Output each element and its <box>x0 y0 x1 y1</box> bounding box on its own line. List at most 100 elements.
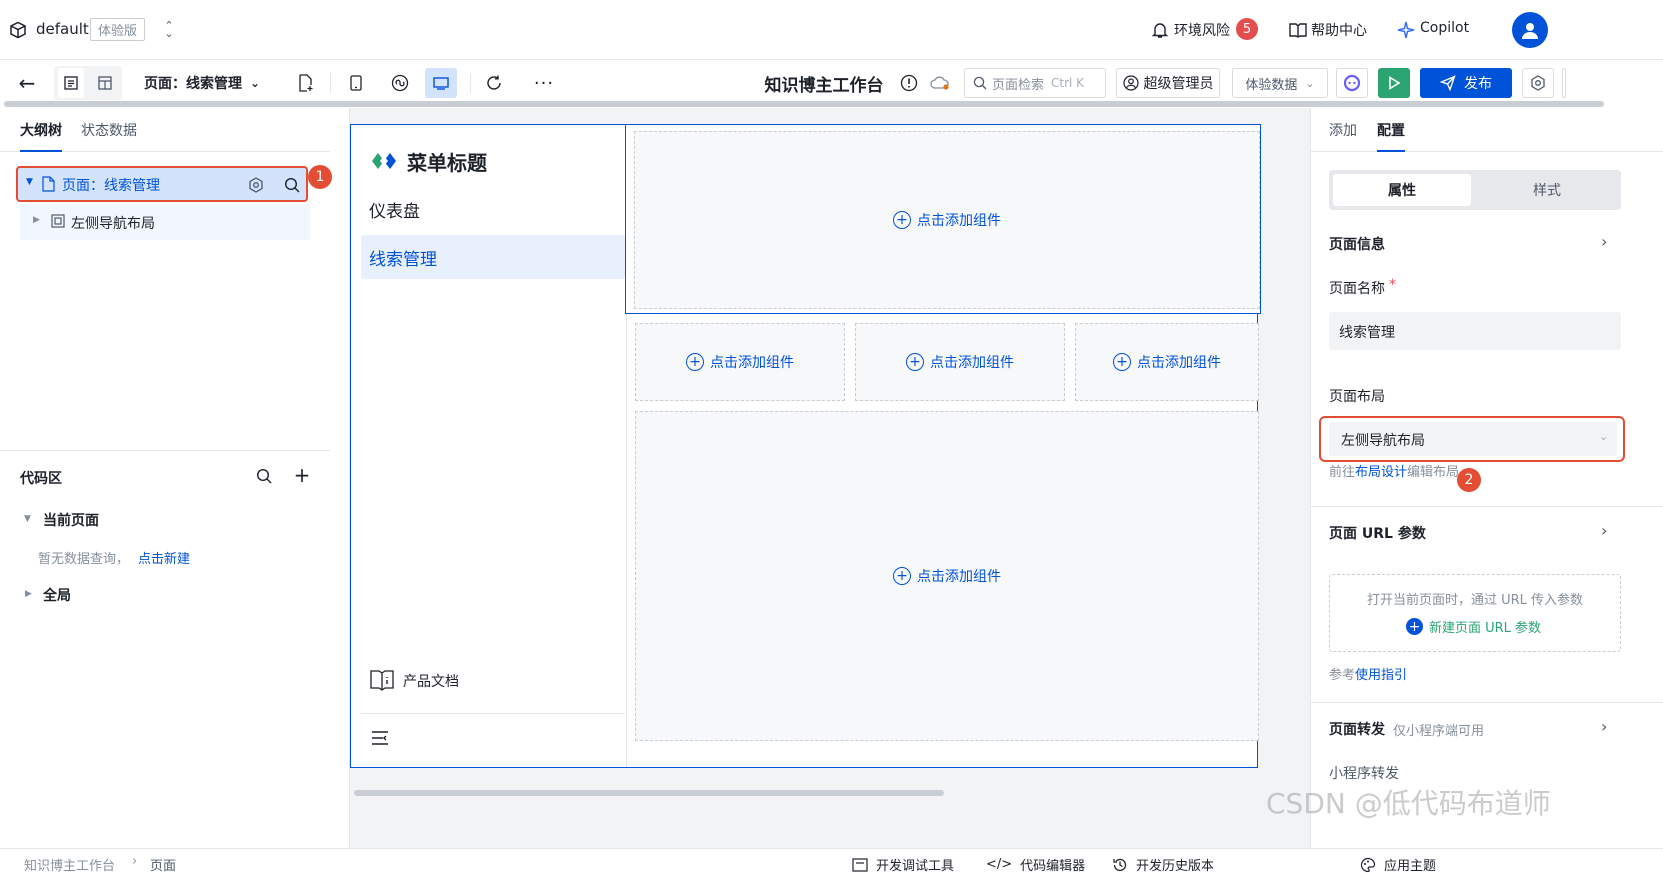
nav-item-leads[interactable]: 线索管理 <box>361 235 625 279</box>
copilot-icon[interactable] <box>1396 20 1416 40</box>
tree-node-layout[interactable]: ▶ 左侧导航布局 <box>20 204 310 240</box>
add-component-label: 点击添加组件 <box>917 569 1001 585</box>
history-label: 开发历史版本 <box>1136 859 1215 874</box>
page-forward-note: 仅小程序端可用 <box>1393 724 1485 739</box>
chevron-right-icon[interactable]: › <box>1601 521 1607 540</box>
tab-config[interactable]: 配置 <box>1377 120 1405 140</box>
subtab-style[interactable]: 样式 <box>1477 174 1617 206</box>
dev-tools-button[interactable]: 开发调试工具 <box>852 855 954 874</box>
app-theme-button[interactable]: 应用主题 <box>1360 855 1436 874</box>
current-page-group[interactable]: 当前页面 <box>43 510 99 530</box>
new-page-icon[interactable] <box>294 68 318 98</box>
create-query-link[interactable]: 点击新建 <box>138 548 190 567</box>
tab-add[interactable]: 添加 <box>1329 120 1357 140</box>
side-navigation[interactable]: 菜单标题 仪表盘 线索管理 产品文档 <box>351 125 627 767</box>
docs-book-icon <box>369 668 395 692</box>
help-center-link[interactable]: 帮助中心 <box>1311 20 1367 40</box>
data-env-select[interactable]: 体验数据 ⌄ <box>1232 68 1328 98</box>
pc-preview-icon[interactable] <box>425 68 457 98</box>
page-selector[interactable]: 页面：线索管理 ⌄ <box>140 68 264 98</box>
url-params-title[interactable]: 页面 URL 参数 <box>1329 523 1426 543</box>
annotation-marker-2: 2 <box>1457 468 1481 492</box>
ai-assistant-icon[interactable] <box>1336 68 1368 98</box>
settings-icon[interactable] <box>1522 68 1554 98</box>
header-drop-zone[interactable]: + 点击添加组件 <box>634 131 1260 309</box>
search-icon[interactable] <box>254 466 274 486</box>
nav-item-dashboard[interactable]: 仪表盘 <box>369 197 420 222</box>
gear-icon[interactable] <box>246 175 266 195</box>
drop-zone-main[interactable]: + 点击添加组件 <box>635 411 1259 741</box>
chevron-down-icon: ⌄ <box>249 76 261 90</box>
global-group[interactable]: 全局 <box>43 585 71 605</box>
collapse-menu-icon[interactable] <box>369 728 391 748</box>
canvas-scrollbar[interactable] <box>354 790 944 796</box>
back-arrow-icon[interactable]: ← <box>14 68 40 98</box>
tree-node-page[interactable]: ▼ 页面：线索管理 <box>16 166 308 202</box>
toolbar-divider <box>470 73 471 93</box>
tab-active-underline <box>1377 150 1405 152</box>
refresh-icon[interactable] <box>482 68 506 98</box>
outline-view-icon[interactable] <box>58 68 84 98</box>
chevron-down-icon: ⌄ <box>1305 76 1315 90</box>
toolbar-divider <box>330 73 331 93</box>
search-shortcut: Ctrl K <box>1051 76 1085 90</box>
layout-box-icon <box>50 213 66 229</box>
book-icon[interactable] <box>1288 20 1308 40</box>
page-layout-select[interactable]: 左侧导航布局 ⌄ <box>1329 422 1617 456</box>
tab-state-data[interactable]: 状态数据 <box>81 120 137 140</box>
switch-app-icon[interactable]: ⌃ ⌄ <box>160 20 178 40</box>
tab-outline-tree[interactable]: 大纲树 <box>20 120 62 140</box>
layout-design-link[interactable]: 布局设计 <box>1355 465 1407 480</box>
history-button[interactable]: 开发历史版本 <box>1112 855 1214 874</box>
tab-active-underline <box>20 150 62 152</box>
horizontal-scrollbar[interactable] <box>4 101 1604 107</box>
top-bar: default 体验版 ⌃ ⌄ 环境风险 5 帮助中心 Copilot <box>0 0 1663 60</box>
page-forward-title[interactable]: 页面转发 <box>1329 719 1385 739</box>
page-name-field[interactable]: 线索管理 <box>1329 312 1621 350</box>
bell-icon[interactable] <box>1150 20 1170 40</box>
env-risk-label[interactable]: 环境风险 <box>1174 20 1230 40</box>
info-icon[interactable] <box>898 68 920 98</box>
caret-down-icon[interactable]: ▼ <box>24 514 31 524</box>
page-name-label: 页面名称 <box>1329 281 1385 297</box>
chevron-right-icon[interactable]: › <box>1601 717 1607 736</box>
miniprogram-preview-icon[interactable] <box>388 68 412 98</box>
send-icon <box>1440 75 1456 91</box>
side-panel-toggle[interactable] <box>1562 68 1566 98</box>
more-icon[interactable]: ··· <box>532 68 556 98</box>
page-frame: 菜单标题 仪表盘 线索管理 产品文档 + 点击添加组件 + 点击添加组件 + 点… <box>350 124 1261 768</box>
user-circle-icon <box>1122 75 1139 91</box>
app-name[interactable]: default <box>36 20 89 38</box>
header-slot[interactable]: + 点击添加组件 <box>625 124 1261 314</box>
publish-button[interactable]: 发布 <box>1420 68 1512 98</box>
chevron-right-icon[interactable]: › <box>1601 232 1607 251</box>
cloud-sync-icon[interactable] <box>928 68 952 98</box>
copilot-link[interactable]: Copilot <box>1420 20 1469 36</box>
page-search-input[interactable]: 页面检索 Ctrl K <box>964 68 1106 98</box>
role-selector[interactable]: 超级管理员 <box>1116 68 1220 98</box>
user-avatar[interactable] <box>1512 12 1548 48</box>
docs-link[interactable]: 产品文档 <box>403 671 459 691</box>
caret-right-icon[interactable]: ▶ <box>25 589 32 599</box>
code-editor-button[interactable]: </> 代码编辑器 <box>986 855 1085 874</box>
plus-circle-icon: + <box>1113 353 1131 371</box>
subtab-properties[interactable]: 属性 <box>1333 174 1471 206</box>
layout-hint: 前往布局设计编辑布局 <box>1329 461 1459 480</box>
drop-zone-col-2[interactable]: + 点击添加组件 <box>855 323 1065 401</box>
drop-zone-col-1[interactable]: + 点击添加组件 <box>635 323 845 401</box>
property-style-switch: 属性 样式 <box>1329 170 1621 210</box>
layout-view-icon[interactable] <box>92 68 118 98</box>
mobile-preview-icon[interactable] <box>344 68 368 98</box>
guide-link[interactable]: 使用指引 <box>1355 668 1407 683</box>
new-url-param-button[interactable]: + 新建页面 URL 参数 <box>1406 617 1541 636</box>
caret-down-icon[interactable]: ▼ <box>26 177 33 187</box>
palette-icon <box>1360 857 1376 873</box>
caret-right-icon[interactable]: ▶ <box>33 215 40 225</box>
breadcrumb-page[interactable]: 页面 <box>150 855 176 874</box>
run-preview-button[interactable] <box>1378 68 1410 98</box>
page-info-title[interactable]: 页面信息 <box>1329 234 1385 254</box>
breadcrumb-app[interactable]: 知识博主工作台 <box>24 855 115 874</box>
add-icon[interactable]: + <box>292 463 312 487</box>
drop-zone-col-3[interactable]: + 点击添加组件 <box>1075 323 1259 401</box>
search-icon[interactable] <box>282 175 302 195</box>
